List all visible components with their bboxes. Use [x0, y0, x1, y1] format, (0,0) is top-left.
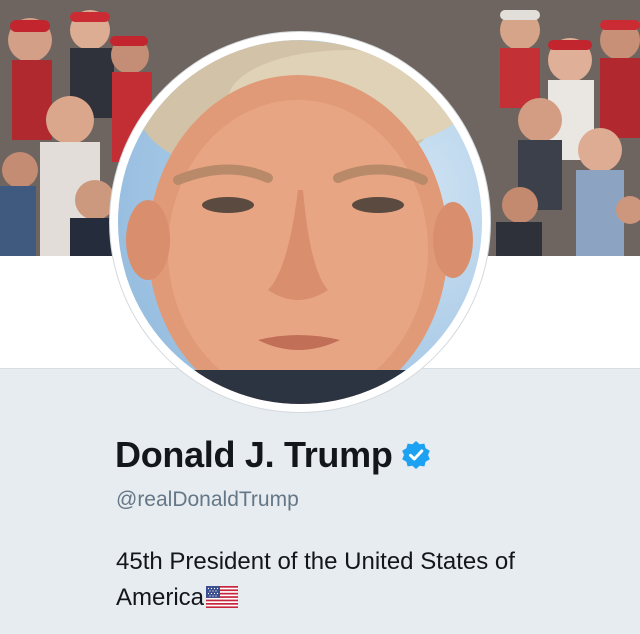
- profile-bio: 45th President of the United States of A…: [116, 544, 576, 616]
- profile-handle[interactable]: @realDonaldTrump: [116, 488, 299, 512]
- profile-avatar[interactable]: [110, 32, 490, 412]
- display-name[interactable]: Donald J. Trump: [115, 434, 393, 476]
- bio-line-2-wrap: America: [116, 580, 576, 616]
- profile-name-row: Donald J. Trump: [115, 434, 431, 476]
- bio-line-2: America: [116, 584, 205, 611]
- avatar-photo: [118, 40, 482, 404]
- verified-badge-icon: [401, 440, 431, 470]
- us-flag-icon: [205, 583, 239, 609]
- bio-line-1: 45th President of the United States of: [116, 548, 515, 575]
